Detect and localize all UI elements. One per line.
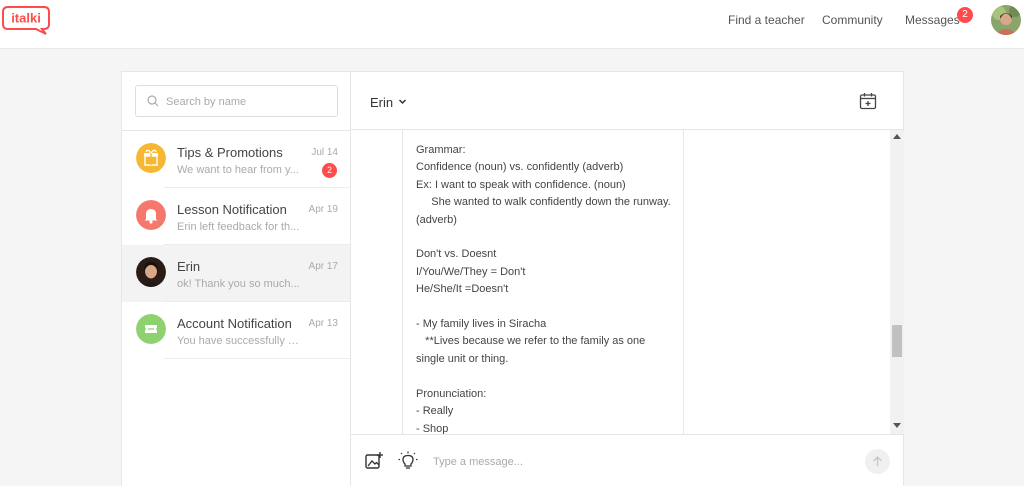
schedule-lesson-calendar-icon[interactable] <box>859 92 877 110</box>
conversation-name: Account Notification <box>177 316 292 331</box>
conversation-item-tips-promotions[interactable]: Tips & Promotions We want to hear from y… <box>122 131 350 188</box>
conversation-name: Tips & Promotions <box>177 145 283 160</box>
message-bubble: Grammar: Confidence (noun) vs. confident… <box>402 130 684 434</box>
conversation-date: Apr 17 <box>308 261 338 272</box>
conversation-item-account-notification[interactable]: Account Notification You have successful… <box>122 302 350 359</box>
user-avatar[interactable] <box>991 5 1021 35</box>
message-input[interactable] <box>433 453 833 471</box>
avatar <box>136 257 166 287</box>
message-text: Grammar: Confidence (noun) vs. confident… <box>416 144 671 434</box>
nav-community[interactable]: Community <box>822 13 883 27</box>
chevron-down-icon[interactable] <box>398 97 407 106</box>
italki-logo[interactable]: italki <box>2 5 50 35</box>
conversation-preview: You have successfully p... <box>177 335 302 347</box>
search-box[interactable] <box>135 85 338 117</box>
scrollbar[interactable] <box>890 130 904 434</box>
top-navbar: italki Find a teacher Community Messages… <box>0 0 1024 49</box>
arrow-up-icon <box>873 456 882 466</box>
search-input[interactable] <box>166 92 331 112</box>
divider <box>164 358 350 359</box>
conversation-name: Erin <box>177 259 201 274</box>
search-icon <box>147 95 159 107</box>
messages-panel: Tips & Promotions We want to hear from y… <box>121 71 904 486</box>
scroll-down-arrow-icon[interactable] <box>893 423 901 428</box>
gift-icon <box>136 143 166 173</box>
image-upload-icon[interactable] <box>364 451 384 471</box>
conversation-date: Jul 14 <box>311 147 338 158</box>
conversation-preview: Erin left feedback for th... <box>177 221 300 233</box>
conversation-date: Apr 13 <box>308 318 338 329</box>
conversation-preview: ok! Thank you so much... <box>177 278 300 290</box>
conversation-item-lesson-notification[interactable]: Lesson Notification Erin left feedback f… <box>122 188 350 245</box>
conversation-list-pane: Tips & Promotions We want to hear from y… <box>122 72 351 486</box>
lightbulb-icon[interactable] <box>398 451 418 471</box>
message-thread[interactable]: Grammar: Confidence (noun) vs. confident… <box>351 130 904 434</box>
scrollbar-thumb[interactable] <box>892 325 902 357</box>
logo-text: italki <box>11 11 41 26</box>
conversation-date: Apr 19 <box>308 204 338 215</box>
unread-badge: 2 <box>322 163 337 178</box>
conversation-name: Lesson Notification <box>177 202 287 217</box>
conversation-item-erin[interactable]: Erin ok! Thank you so much... Apr 17 <box>122 245 350 302</box>
chat-pane: Erin Grammar: Confidence (noun) vs. conf… <box>351 72 904 486</box>
bell-icon <box>136 200 166 230</box>
conversation-preview: We want to hear from y... <box>177 164 299 176</box>
messages-badge: 2 <box>957 7 973 23</box>
ticket-icon <box>136 314 166 344</box>
chat-contact-name[interactable]: Erin <box>370 95 393 110</box>
message-composer <box>351 434 904 486</box>
nav-find-teacher[interactable]: Find a teacher <box>728 13 805 27</box>
scroll-up-arrow-icon[interactable] <box>893 134 901 139</box>
send-button[interactable] <box>865 449 890 474</box>
chat-header: Erin <box>351 72 904 130</box>
nav-messages[interactable]: Messages <box>905 13 960 27</box>
